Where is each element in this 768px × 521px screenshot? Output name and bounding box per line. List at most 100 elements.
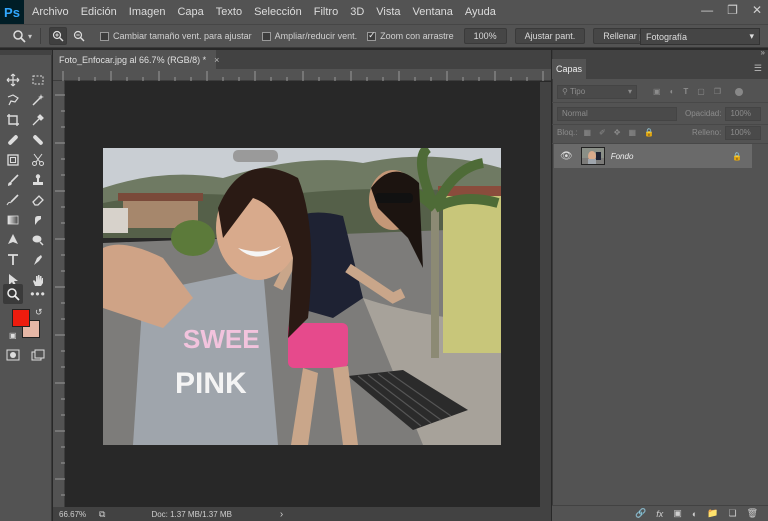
eraser-tool[interactable] — [28, 190, 48, 210]
scrubby-zoom-option[interactable]: Zoom con arrastre — [367, 30, 454, 41]
new-group-icon[interactable]: 📁 — [707, 508, 718, 519]
scrubby-zoom-checkbox[interactable] — [367, 30, 377, 41]
fit-screen-button[interactable]: Ajustar pant. — [514, 28, 586, 44]
quick-mask-button[interactable] — [3, 345, 23, 365]
lock-artboard-icon[interactable]: ▦ — [628, 128, 636, 137]
pen-icon — [34, 255, 42, 265]
status-menu-arrow[interactable]: › — [280, 509, 283, 520]
crop-tool[interactable] — [3, 110, 23, 130]
quick-selection-tool[interactable] — [28, 90, 48, 110]
add-mask-icon[interactable]: ▣ — [673, 508, 682, 519]
lock-image-icon[interactable]: ✐ — [599, 128, 606, 137]
filter-shape-icon[interactable]: ▢ — [697, 87, 705, 96]
move-tool[interactable] — [3, 70, 23, 90]
quick-mask-icon — [6, 349, 20, 361]
lasso-tool[interactable] — [3, 90, 23, 110]
collapse-panels-icon[interactable]: » — [761, 48, 765, 57]
menu-capa[interactable]: Capa — [177, 6, 203, 18]
resize-windows-label: Cambiar tamaño vent. para ajustar — [113, 31, 252, 41]
menu-vista[interactable]: Vista — [376, 6, 400, 18]
document-tab[interactable]: Foto_Enfocar.jpg al 66.7% (RGB/8) * × — [53, 50, 219, 69]
freeform-pen-tool[interactable] — [28, 250, 48, 270]
restore-icon[interactable]: ❐ — [727, 3, 738, 17]
layer-row[interactable]: 👁 Fondo 🔒 — [554, 144, 752, 168]
search-icon: ⚲ — [562, 87, 568, 96]
minimize-icon[interactable]: — — [701, 3, 713, 17]
filter-type-icon[interactable]: T — [683, 87, 688, 96]
filter-toggle-icon[interactable] — [735, 87, 744, 96]
filter-adjustment-icon[interactable]: ◐ — [670, 87, 675, 96]
menu-ayuda[interactable]: Ayuda — [465, 6, 496, 18]
new-layer-icon[interactable]: ❏ — [728, 508, 736, 519]
panel-collapse-bar[interactable] — [0, 50, 52, 55]
menu-imagen[interactable]: Imagen — [129, 6, 166, 18]
swap-colors-icon[interactable]: ↺ — [35, 307, 43, 318]
zoom-tool[interactable] — [3, 284, 23, 304]
pen-tool[interactable] — [3, 230, 23, 250]
healing-brush-tool[interactable] — [3, 130, 23, 150]
frame-tool[interactable] — [3, 150, 23, 170]
close-icon[interactable]: × — [214, 55, 219, 65]
menu-3d[interactable]: 3D — [350, 6, 364, 18]
eyedropper-tool[interactable] — [28, 110, 48, 130]
adjustment-layer-icon[interactable]: ◐ — [692, 509, 697, 519]
zoom-level[interactable]: 66.67% — [59, 510, 93, 519]
menu-edicion[interactable]: Edición — [81, 6, 117, 18]
history-brush-tool[interactable] — [3, 190, 23, 210]
smudge-icon — [35, 216, 41, 225]
resize-windows-option[interactable]: Cambiar tamaño vent. para ajustar — [100, 31, 252, 41]
bandage-icon — [33, 135, 43, 145]
dodge-tool[interactable] — [28, 230, 48, 250]
marquee-tool[interactable] — [28, 70, 48, 90]
close-window-icon[interactable]: ✕ — [752, 3, 762, 17]
delete-layer-icon[interactable]: 🗑 — [747, 508, 758, 519]
zoom-all-checkbox[interactable] — [261, 31, 271, 41]
link-layers-icon[interactable]: 🔗 — [635, 508, 646, 519]
scrubby-zoom-label: Zoom con arrastre — [380, 31, 454, 41]
resize-windows-checkbox[interactable] — [100, 31, 109, 41]
zoom-out-button[interactable] — [70, 27, 88, 45]
blend-mode-select[interactable]: Normal — [557, 106, 677, 121]
layer-style-fx-icon[interactable]: fx — [656, 509, 663, 519]
tool-preset-picker[interactable]: ▾ — [0, 29, 40, 43]
filter-type-label: Tipo — [569, 87, 586, 96]
more-tools-button[interactable]: ••• — [28, 284, 48, 304]
patch-tool[interactable] — [28, 130, 48, 150]
default-colors-icon[interactable]: ▣ — [9, 331, 17, 340]
menu-filtro[interactable]: Filtro — [314, 6, 338, 18]
layer-filter-select[interactable]: ⚲ Tipo ▾ — [557, 84, 637, 99]
screen-mode-button[interactable] — [28, 345, 48, 365]
vertical-scrollbar[interactable] — [540, 82, 551, 507]
scissors-tool[interactable] — [28, 150, 48, 170]
workspace-select[interactable]: Fotografía ▾ — [640, 28, 760, 45]
filter-smart-object-icon[interactable]: ❐ — [714, 87, 721, 96]
menu-archivo[interactable]: Archivo — [32, 6, 69, 18]
tab-layers[interactable]: Capas — [552, 59, 586, 79]
fill-field[interactable]: 100% — [725, 125, 762, 140]
zoom-in-button[interactable] — [49, 27, 67, 45]
menu-ventana[interactable]: Ventana — [413, 6, 453, 18]
zoom-100-button[interactable]: 100% — [463, 28, 507, 44]
gradient-tool[interactable] — [3, 210, 23, 230]
filter-pixel-icon[interactable]: ▣ — [653, 87, 661, 96]
foreground-color-overlay[interactable] — [12, 309, 30, 327]
visibility-eye-icon[interactable]: 👁 — [560, 151, 573, 162]
menu-texto[interactable]: Texto — [216, 6, 242, 18]
lock-all-icon[interactable]: 🔒 — [644, 128, 654, 137]
menu-seleccion[interactable]: Selección — [254, 6, 302, 18]
brush-tool[interactable] — [3, 170, 23, 190]
opacity-field[interactable]: 100% — [725, 106, 762, 121]
layer-name[interactable]: Fondo — [611, 152, 634, 161]
panel-menu-icon[interactable]: ☰ — [754, 63, 762, 74]
lock-transparent-icon[interactable]: ▦ — [583, 128, 591, 137]
scissors-icon — [32, 153, 44, 166]
clone-stamp-tool[interactable] — [28, 170, 48, 190]
zoom-all-option[interactable]: Ampliar/reducir vent. — [261, 31, 357, 41]
lock-position-icon[interactable]: ✥ — [614, 128, 621, 137]
type-tool[interactable] — [3, 250, 23, 270]
share-icon[interactable]: ⧉ — [99, 509, 105, 520]
document-canvas-photo[interactable]: SWEE PINK — [103, 148, 501, 445]
smudge-tool[interactable] — [28, 210, 48, 230]
panel-dock-header[interactable]: » — [553, 48, 768, 59]
options-bar: ▾ Cambiar tamaño vent. para ajustar Ampl… — [0, 24, 768, 48]
